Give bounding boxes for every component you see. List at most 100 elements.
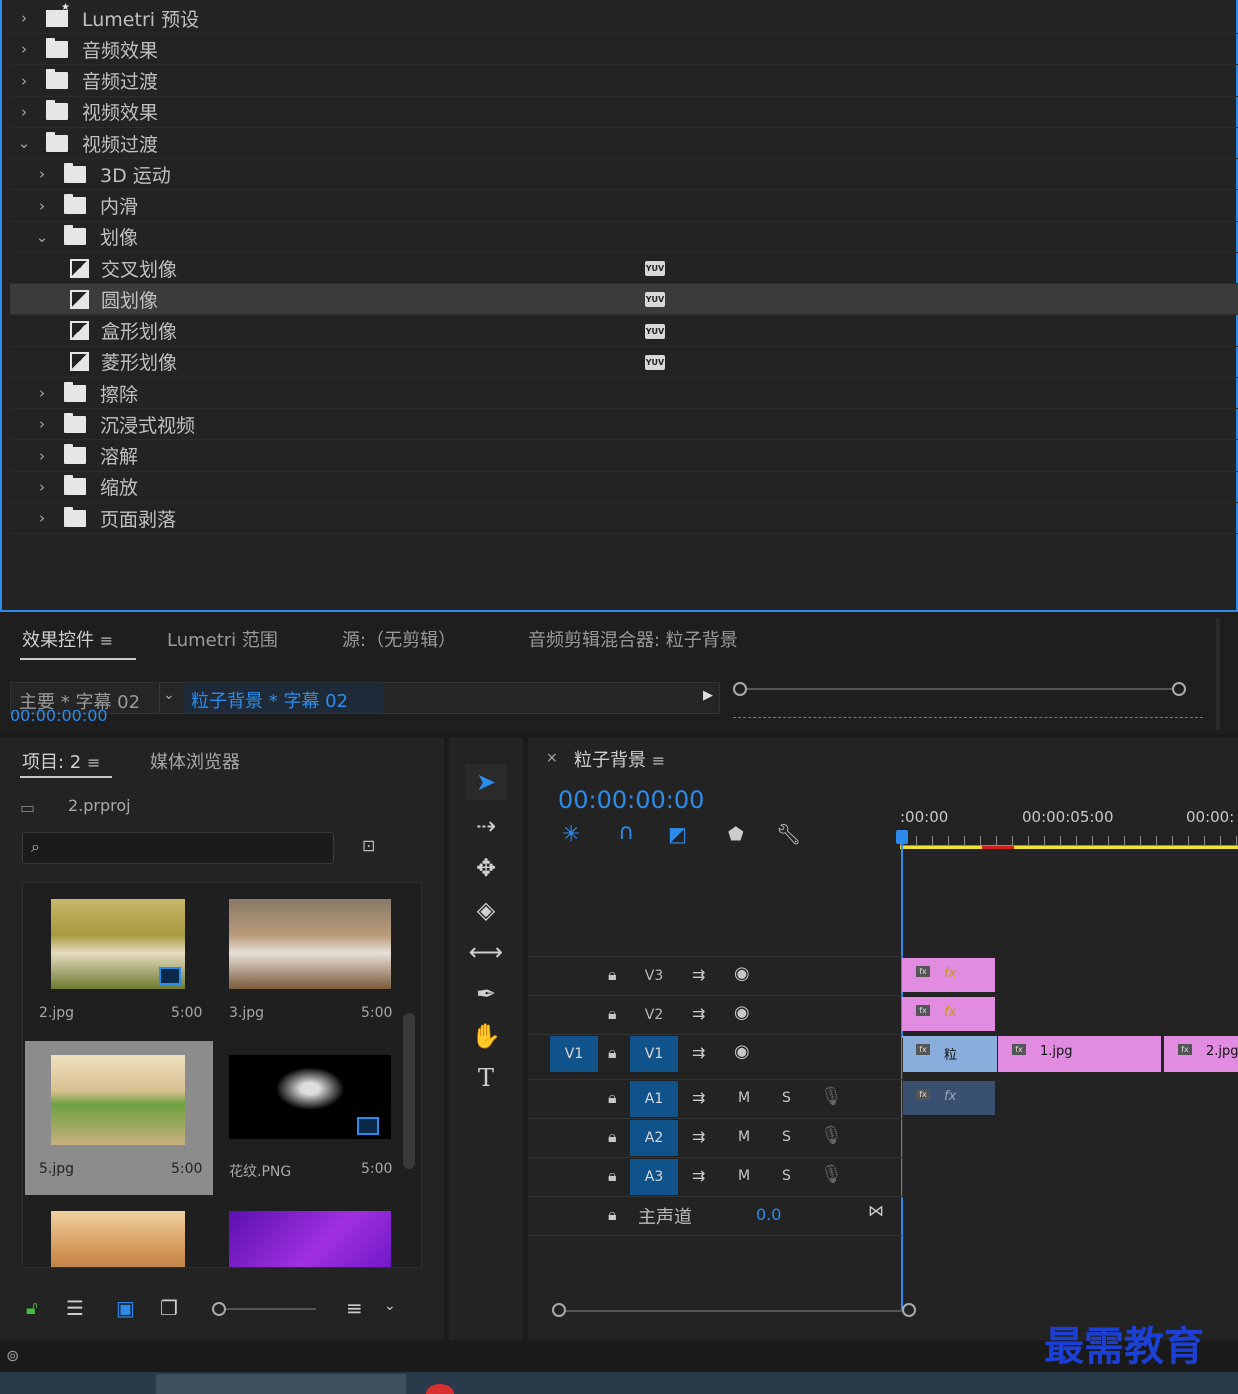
timeline-clip[interactable]: fx 1.jpg: [998, 1036, 1162, 1072]
eye-icon[interactable]: ◉: [734, 963, 750, 984]
mute-button[interactable]: M: [738, 1168, 750, 1184]
go-to-in-out-icon[interactable]: ⋈: [868, 1201, 884, 1220]
microphone-icon[interactable]: 🎙︎: [820, 1086, 843, 1107]
new-bin-icon[interactable]: ⊡: [362, 836, 375, 855]
track-target-v1[interactable]: V1: [630, 1036, 678, 1072]
effects-tree-item[interactable]: › 音频过渡: [10, 66, 1238, 97]
snap-magnet-icon[interactable]: ∩: [618, 820, 634, 845]
zoom-slider-handle[interactable]: [212, 1302, 226, 1316]
project-item[interactable]: 5.jpg 5:00: [25, 1041, 213, 1195]
chevron-down-icon[interactable]: ⌄: [163, 687, 175, 703]
timeline-clip[interactable]: fx fx: [902, 958, 996, 992]
timeline-clip[interactable]: fx 粒: [902, 1036, 998, 1072]
effects-tree-item[interactable]: › 擦除: [10, 378, 1238, 409]
microphone-icon[interactable]: 🎙︎: [820, 1164, 843, 1185]
sync-lock-icon[interactable]: ⇉: [692, 1088, 705, 1107]
close-icon[interactable]: ×: [546, 750, 558, 766]
master-volume-value[interactable]: 0.0: [756, 1205, 781, 1224]
icon-view-icon[interactable]: ▣: [116, 1296, 135, 1320]
effects-tree-item[interactable]: 菱形划像 YUV: [10, 347, 1238, 378]
freeform-view-icon[interactable]: ❐: [160, 1296, 178, 1320]
selection-tool-icon[interactable]: ➤: [465, 764, 507, 800]
timeline-clip[interactable]: fx fx: [902, 997, 996, 1031]
chevron-right-icon[interactable]: ›: [34, 478, 50, 496]
tab-media-browser[interactable]: 媒体浏览器: [150, 748, 240, 774]
effects-tree-item[interactable]: ⌄ 视频过渡: [10, 128, 1238, 159]
list-view-icon[interactable]: ☰: [66, 1296, 84, 1320]
time-ruler[interactable]: :00:00 00:00:05:00 00:00:: [900, 808, 1238, 849]
tab-effect-controls[interactable]: 效果控件 ≡: [22, 626, 113, 652]
tab-project[interactable]: 项目: 2 ≡: [22, 748, 100, 774]
sequence-tab[interactable]: 粒子背景 ≡: [574, 746, 665, 772]
zoom-scroll-track[interactable]: [740, 688, 1180, 690]
effects-tree-item[interactable]: › 页面剥落: [10, 503, 1238, 534]
chevron-right-icon[interactable]: ›: [34, 415, 50, 433]
sort-icon[interactable]: ≡: [346, 1296, 363, 1320]
chevron-right-icon[interactable]: ›: [34, 509, 50, 527]
sync-lock-icon[interactable]: ⇉: [692, 1166, 705, 1185]
linked-selection-icon[interactable]: ◩: [668, 822, 687, 846]
chevron-right-icon[interactable]: ›: [16, 40, 32, 58]
sync-lock-icon[interactable]: ⇉: [692, 1043, 705, 1062]
taskbar-active-app[interactable]: [156, 1374, 406, 1394]
nest-toggle-icon[interactable]: ✳: [562, 822, 580, 847]
solo-button[interactable]: S: [782, 1168, 791, 1184]
chevron-right-icon[interactable]: ›: [34, 384, 50, 402]
sync-lock-icon[interactable]: ⇉: [692, 965, 705, 984]
effects-tree-item[interactable]: 盒形划像 YUV: [10, 316, 1238, 347]
timeline-scroll-track[interactable]: [556, 1310, 910, 1312]
lock-icon[interactable]: 🔒︎: [608, 965, 617, 985]
pen-tool-icon[interactable]: ✒: [465, 976, 507, 1012]
grid-scrollbar[interactable]: [403, 1013, 415, 1169]
play-triangle-icon[interactable]: ▶: [703, 688, 713, 703]
effects-tree-item[interactable]: › 溶解: [10, 441, 1238, 472]
source-patch-v1[interactable]: V1: [550, 1036, 598, 1072]
tab-lumetri-scopes[interactable]: Lumetri 范围: [167, 626, 278, 652]
track-target-a1[interactable]: A1: [630, 1081, 678, 1117]
eye-icon[interactable]: ◉: [734, 1002, 750, 1023]
wrench-icon[interactable]: 🔧︎: [776, 822, 801, 846]
ripple-edit-tool-icon[interactable]: ✥: [465, 850, 507, 886]
effects-tree-item[interactable]: › 内滑: [10, 191, 1238, 222]
project-item[interactable]: 3.jpg 5:00: [215, 885, 403, 1039]
timeline-clip[interactable]: fx 2.jpg: [1164, 1036, 1238, 1072]
project-item[interactable]: [215, 1197, 403, 1267]
track-target-v3[interactable]: V3: [630, 958, 678, 994]
effects-tree-item[interactable]: › 3D 运动: [10, 159, 1238, 191]
track-target-a3[interactable]: A3: [630, 1159, 678, 1195]
tab-source[interactable]: 源:（无剪辑）: [342, 626, 456, 652]
add-marker-icon[interactable]: ⬟: [728, 824, 744, 845]
sequence-clip-label[interactable]: 粒子背景 * 字幕 02: [183, 683, 383, 713]
track-select-tool-icon[interactable]: ⇢: [465, 808, 507, 844]
mute-button[interactable]: M: [738, 1090, 750, 1106]
tab-audio-clip-mixer[interactable]: 音频剪辑混合器: 粒子背景: [528, 626, 738, 652]
razor-tool-icon[interactable]: ◈: [465, 892, 507, 928]
taskbar-app-icon[interactable]: [426, 1384, 454, 1394]
effects-tree-item[interactable]: › 沉浸式视频: [10, 409, 1238, 441]
chevron-right-icon[interactable]: ›: [16, 9, 32, 27]
lock-icon[interactable]: 🔓︎: [26, 1298, 38, 1319]
search-input[interactable]: ⌕: [22, 832, 334, 864]
effects-tree-item[interactable]: 圆划像 YUV: [10, 284, 1238, 316]
work-area-bar[interactable]: [900, 846, 1238, 849]
lock-icon[interactable]: 🔒︎: [608, 1205, 617, 1225]
chevron-right-icon[interactable]: ›: [34, 197, 50, 215]
chevron-right-icon[interactable]: ›: [34, 165, 50, 183]
chevron-down-icon[interactable]: ⌄: [34, 228, 50, 246]
project-item[interactable]: 2.jpg 5:00: [25, 885, 213, 1039]
solo-button[interactable]: S: [782, 1129, 791, 1145]
creative-cloud-icon[interactable]: ⊚: [6, 1346, 19, 1365]
scroll-handle-left[interactable]: [552, 1303, 566, 1317]
hand-tool-icon[interactable]: ✋: [465, 1018, 507, 1054]
zoom-slider-track[interactable]: [226, 1308, 316, 1310]
effects-tree-item[interactable]: › 缩放: [10, 472, 1238, 503]
project-item[interactable]: 花纹.PNG 5:00: [215, 1041, 403, 1195]
project-item[interactable]: [25, 1197, 213, 1267]
lock-icon[interactable]: 🔒︎: [608, 1043, 617, 1063]
timeline-clip[interactable]: fx fx: [902, 1081, 996, 1115]
microphone-icon[interactable]: 🎙︎: [820, 1125, 843, 1146]
track-target-a2[interactable]: A2: [630, 1120, 678, 1156]
effects-tree-item[interactable]: ⌄ 划像: [10, 222, 1238, 253]
type-tool-icon[interactable]: T: [465, 1060, 507, 1096]
effects-tree-item[interactable]: › 音频效果: [10, 34, 1238, 66]
